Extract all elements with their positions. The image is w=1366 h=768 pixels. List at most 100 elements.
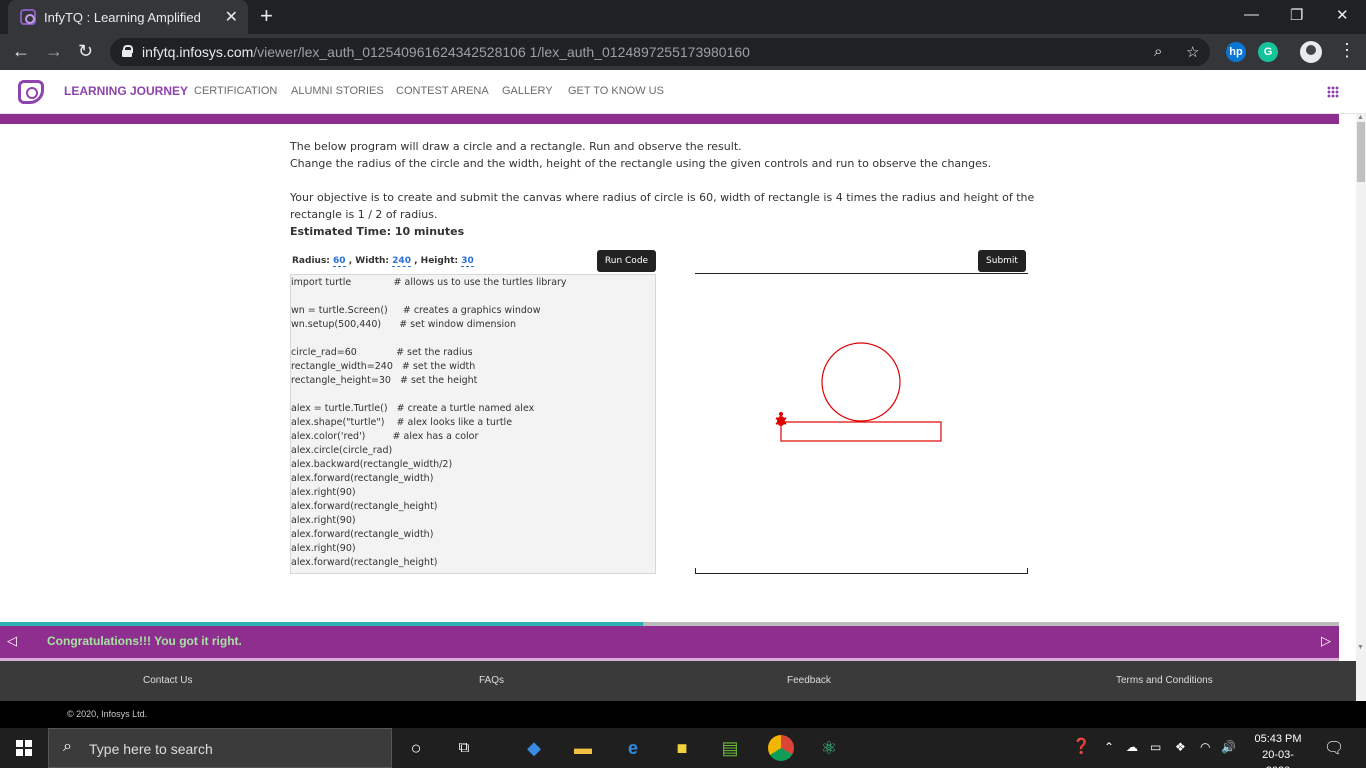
nav-contest-arena[interactable]: CONTEST ARENA [396,85,489,97]
wifi-icon[interactable]: ◠ [1200,740,1210,754]
page-scrollbar[interactable]: ▲ ▼ [1356,114,1366,701]
browser-tab[interactable]: InfyTQ : Learning Amplified ✕ [8,0,248,34]
viewer-top-strip [0,114,1339,124]
edge-icon[interactable]: e [621,736,645,760]
grammarly-extension-icon[interactable]: G [1258,42,1278,62]
clock-time: 05:43 PM [1254,733,1302,745]
url-text: infytq.infosys.com/viewer/lex_auth_01254… [142,44,750,60]
code-line: alex.forward(rectangle_width) [291,529,434,540]
help-icon[interactable]: ❓ [1072,737,1091,755]
hp-extension-icon[interactable]: hp [1226,42,1246,62]
lock-icon [122,45,133,57]
back-icon[interactable]: ← [12,41,30,61]
drawn-rectangle [780,421,942,442]
code-line: wn = turtle.Screen() # creates a graphic… [291,305,541,316]
infytq-logo[interactable] [18,80,44,104]
radius-value-input[interactable]: 60 [333,256,346,267]
code-line: wn.setup(500,440) # set window dimension [291,319,516,330]
taskbar-search-box[interactable]: ⌕ Type here to search [48,728,392,768]
turtle-cursor-icon [775,412,787,426]
height-label: Height: [420,256,459,266]
zoom-icon[interactable]: ⌕ [1154,43,1162,60]
reload-icon[interactable]: ↻ [78,41,93,61]
next-arrow-icon[interactable]: ▷ [1321,633,1331,649]
windows-start-icon[interactable] [16,740,32,756]
search-icon: ⌕ [63,738,72,755]
scrollbar-thumb[interactable] [1357,122,1365,182]
taskbar-search-placeholder: Type here to search [89,741,213,757]
site-header: LEARNING JOURNEY CERTIFICATION ALUMNI ST… [0,70,1366,114]
congrats-message: Congratulations!!! You got it right. [47,634,242,648]
sticky-notes-icon[interactable]: ■ [670,736,694,760]
congrats-bar: ◁ Congratulations!!! You got it right. ▷ [0,626,1339,658]
cortana-icon[interactable]: ○ [404,736,428,760]
windows-taskbar: ⌕ Type here to search ○ ⧉ ◆ ▬ e ■ ▤ ⚛ ❓ … [0,728,1366,768]
scroll-down-icon[interactable]: ▼ [1357,644,1364,651]
tray-expand-icon[interactable]: ⌃ [1104,740,1114,754]
python-idle-icon[interactable]: ▤ [718,736,742,760]
footer-terms[interactable]: Terms and Conditions [1116,675,1213,686]
url-field[interactable]: infytq.infosys.com/viewer/lex_auth_01254… [110,38,1210,66]
browser-menu-icon[interactable]: ⋮ [1338,40,1356,61]
code-line: alex.color('red') # alex has a color [291,431,479,442]
nav-learning-journey[interactable]: LEARNING JOURNEY [64,84,188,98]
volume-icon[interactable]: 🔊 [1221,740,1236,754]
restore-icon[interactable]: ❐ [1290,6,1303,24]
address-bar: ← → ↻ infytq.infosys.com/viewer/lex_auth… [0,34,1366,70]
clock-date: 20-03-2020 [1262,749,1294,768]
code-line: alex.right(90) [291,487,356,498]
intro-line-2: Change the radius of the circle and the … [290,157,992,170]
minimize-icon[interactable]: — [1244,6,1259,23]
nav-certification[interactable]: CERTIFICATION [194,85,277,97]
objective-line-2: rectangle is 1 / 2 of radius. [290,208,438,221]
tab-title: InfyTQ : Learning Amplified [44,10,201,25]
nav-get-to-know-us[interactable]: GET TO KNOW US [568,85,664,97]
forward-icon[interactable]: → [45,41,63,61]
turtle-drawing [775,342,942,442]
width-label: Width: [355,256,390,266]
profile-avatar[interactable] [1300,41,1322,63]
task-view-icon[interactable]: ⧉ [452,736,476,760]
turtle-canvas [695,273,1028,574]
dropbox-icon[interactable]: ❖ [1175,740,1186,754]
vscode-icon[interactable]: ◆ [522,736,546,760]
drawn-circle [821,342,901,422]
onedrive-icon[interactable]: ☁ [1126,740,1138,754]
width-value-input[interactable]: 240 [392,256,411,267]
file-explorer-icon[interactable]: ▬ [571,736,595,760]
close-window-icon[interactable]: ✕ [1336,6,1349,24]
code-line: alex.shape("turtle") # alex looks like a… [291,417,513,428]
footer-feedback[interactable]: Feedback [787,675,831,686]
objective-line-1: Your objective is to create and submit t… [290,191,1035,204]
footer-contact-us[interactable]: Contact Us [143,675,192,686]
nav-gallery[interactable]: GALLERY [502,85,553,97]
code-editor[interactable]: import turtle # allows us to use the tur… [290,274,656,574]
browser-tab-bar: InfyTQ : Learning Amplified ✕ + — ❐ ✕ [0,0,1366,34]
code-line: rectangle_width=240 # set the width [291,361,476,372]
battery-icon[interactable]: ▭ [1150,740,1161,754]
code-line: circle_rad=60 # set the radius [291,347,473,358]
close-tab-icon[interactable]: ✕ [225,7,238,27]
bookmark-star-icon[interactable]: ☆ [1186,43,1199,61]
new-tab-icon[interactable]: + [260,4,273,28]
parameter-controls: Radius: 60 , Width: 240 , Height: 30 [292,256,474,267]
footer-faqs[interactable]: FAQs [479,675,504,686]
atom-icon[interactable]: ⚛ [817,736,841,760]
code-line: alex.backward(rectangle_width/2) [291,459,453,470]
code-line: alex.circle(circle_rad) [291,445,393,456]
code-line: alex.forward(rectangle_height) [291,501,438,512]
notifications-icon[interactable]: 🗨 [1324,738,1344,758]
apps-grid-icon[interactable] [1327,86,1339,98]
code-line: rectangle_height=30 # set the height [291,375,478,386]
nav-alumni-stories[interactable]: ALUMNI STORIES [291,85,384,97]
taskbar-clock[interactable]: 05:43 PM 20-03-2020 [1250,731,1306,768]
scroll-up-icon[interactable]: ▲ [1357,114,1364,121]
height-value-input[interactable]: 30 [461,256,474,267]
run-code-button[interactable]: Run Code [597,250,656,272]
estimated-time: Estimated Time: 10 minutes [290,225,465,238]
previous-arrow-icon[interactable]: ◁ [7,633,17,649]
code-line: alex.right(90) [291,515,356,526]
chrome-icon[interactable] [768,735,794,761]
code-line: alex = turtle.Turtle() # create a turtle… [291,403,535,414]
submit-button[interactable]: Submit [978,250,1026,272]
